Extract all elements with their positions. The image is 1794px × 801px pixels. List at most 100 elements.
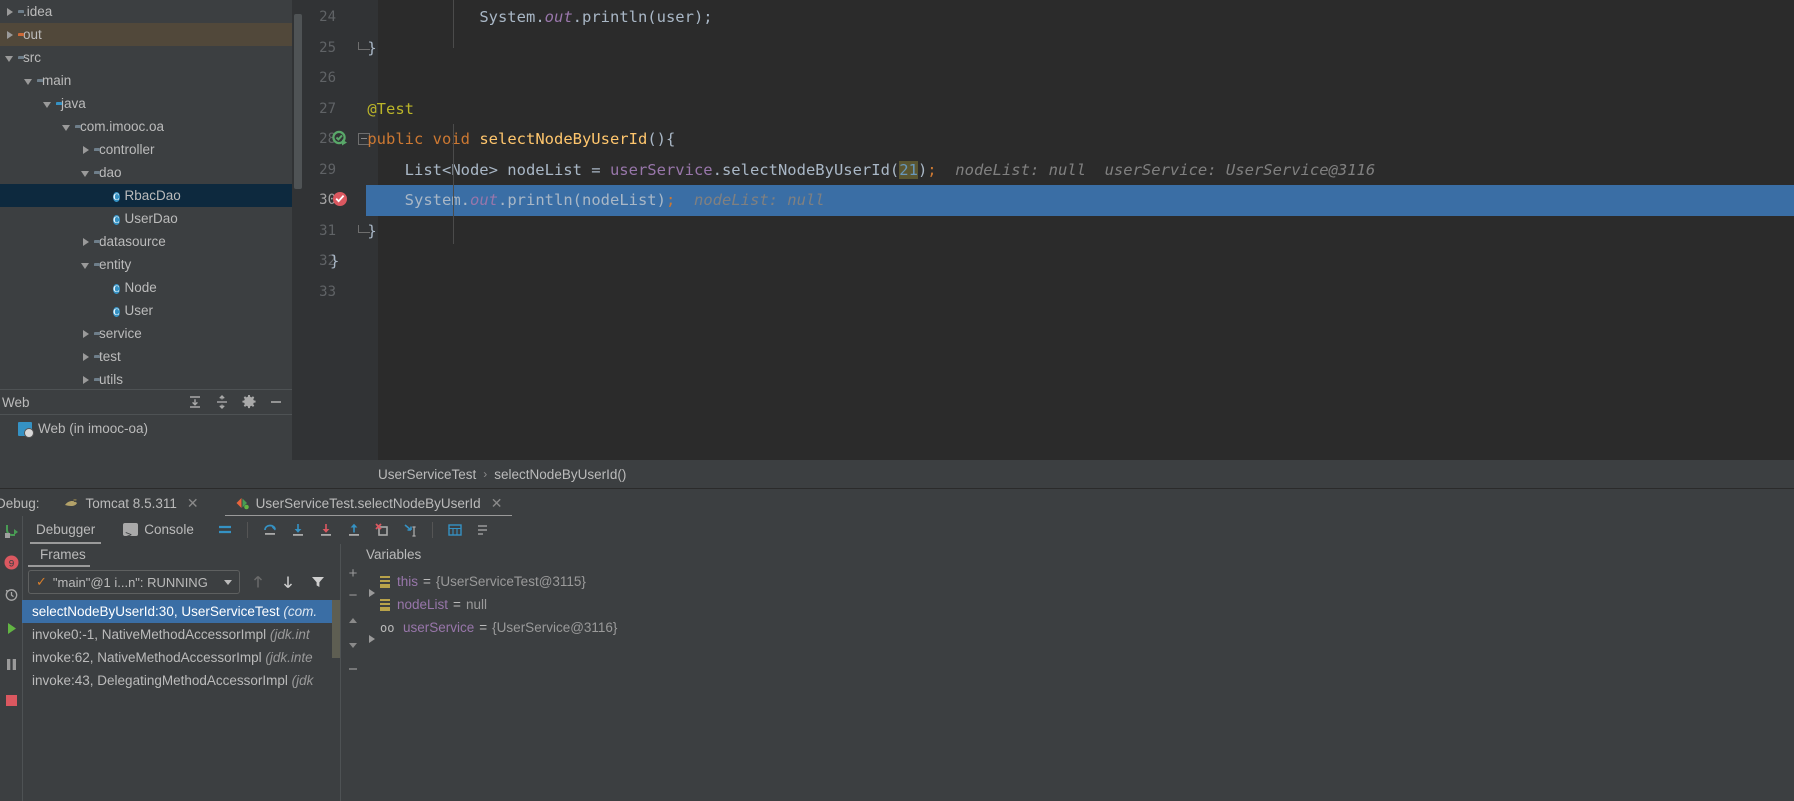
frames-scrollbar-thumb[interactable] <box>332 600 340 658</box>
frame-row[interactable]: selectNodeByUserId:30, UserServiceTest (… <box>22 600 332 623</box>
tab-debugger[interactable]: Debugger <box>22 516 109 544</box>
run-icon[interactable] <box>3 620 20 637</box>
debug-left-rail[interactable]: 9 <box>0 516 23 801</box>
frame-up-icon[interactable] <box>250 574 266 590</box>
code-line-30[interactable]: System.out.println(nodeList); nodeList: … <box>330 185 825 216</box>
tree-item-main[interactable]: main <box>0 69 292 92</box>
tree-item-rbacdao[interactable]: C RbacDao <box>0 184 292 207</box>
run-to-cursor-icon[interactable] <box>401 521 419 539</box>
project-tree[interactable]: .idea out src main java com.imooc.oa controlle… <box>0 0 292 391</box>
chevron-right-icon[interactable] <box>80 144 91 155</box>
chevron-right-icon[interactable] <box>4 6 15 17</box>
variable-value: {UserServiceTest@3115} <box>435 574 586 589</box>
remove-watch-icon[interactable]: − <box>345 588 361 604</box>
frame-row[interactable]: invoke:43, DelegatingMethodAccessorImpl … <box>22 669 332 692</box>
step-out-icon[interactable] <box>345 521 363 539</box>
code-line-32[interactable]: } <box>330 246 339 277</box>
thread-selector[interactable]: ✓ "main"@1 i...n": RUNNING <box>28 570 240 594</box>
chevron-down-icon[interactable] <box>80 259 91 270</box>
code-line-25[interactable]: } <box>330 33 376 64</box>
chevron-right-icon[interactable] <box>80 374 91 385</box>
frames-list[interactable]: selectNodeByUserId:30, UserServiceTest (… <box>22 600 332 801</box>
tree-item-userdao[interactable]: C UserDao <box>0 207 292 230</box>
chevron-down-icon[interactable] <box>224 579 232 585</box>
editor-scrollbar-thumb[interactable] <box>294 14 302 189</box>
tree-item-entity[interactable]: entity <box>0 253 292 276</box>
web-panel-toolbar[interactable] <box>187 394 292 410</box>
tree-item-user[interactable]: C User <box>0 299 292 322</box>
breadcrumb-item-class[interactable]: UserServiceTest <box>378 467 476 482</box>
stop-icon[interactable] <box>3 692 20 709</box>
frame-navigation-buttons[interactable] <box>250 570 326 594</box>
tree-item-out[interactable]: out <box>0 23 292 46</box>
tree-item-src[interactable]: src <box>0 46 292 69</box>
settings-gear-icon[interactable] <box>241 394 257 410</box>
close-icon[interactable]: ✕ <box>187 495 199 512</box>
move-up-icon[interactable] <box>345 614 361 630</box>
code-line-28[interactable]: public void selectNodeByUserId(){ <box>330 124 675 155</box>
watches-icon[interactable] <box>474 521 492 539</box>
add-watch-icon[interactable]: + <box>345 566 361 582</box>
chevron-down-icon[interactable] <box>4 52 15 63</box>
frame-row[interactable]: invoke0:-1, NativeMethodAccessorImpl (jd… <box>22 623 332 646</box>
drop-frame-icon[interactable] <box>373 521 391 539</box>
tree-item-test[interactable]: test <box>0 345 292 368</box>
chevron-down-icon[interactable] <box>23 75 34 86</box>
breadcrumb-item-method[interactable]: selectNodeByUserId() <box>494 467 626 482</box>
chevron-right-icon[interactable] <box>4 29 15 40</box>
collapse-icon[interactable] <box>345 662 361 678</box>
code-line-29[interactable]: List<Node> nodeList = userService.select… <box>330 155 1375 186</box>
project-tool-window[interactable]: .idea out src main java com.imooc.oa controlle… <box>0 0 292 488</box>
force-step-into-icon[interactable] <box>317 521 335 539</box>
collapse-all-icon[interactable] <box>214 394 230 410</box>
layout-settings-icon[interactable] <box>216 521 234 539</box>
tree-item--idea[interactable]: .idea <box>0 0 292 23</box>
variable-row[interactable]: nodeList = null <box>366 593 1794 616</box>
chevron-right-icon[interactable] <box>80 351 91 362</box>
tree-item-node[interactable]: C Node <box>0 276 292 299</box>
tree-item-utils[interactable]: utils <box>0 368 292 391</box>
move-down-icon[interactable] <box>345 638 361 654</box>
debug-tab-tomcat[interactable]: Tomcat 8.5.311 ✕ <box>54 489 209 517</box>
code-line-31[interactable]: } <box>330 216 376 247</box>
frame-down-icon[interactable] <box>280 574 296 590</box>
step-into-icon[interactable] <box>289 521 307 539</box>
tree-item-controller[interactable]: controller <box>0 138 292 161</box>
chevron-right-icon[interactable] <box>80 328 91 339</box>
tree-item-service[interactable]: service <box>0 322 292 345</box>
expand-all-icon[interactable] <box>187 394 203 410</box>
pause-icon[interactable] <box>3 656 20 673</box>
filter-icon[interactable] <box>310 574 326 590</box>
close-icon[interactable]: ✕ <box>491 495 503 512</box>
debugger-toolbar[interactable]: Debugger Console <box>22 516 1794 549</box>
chevron-right-icon[interactable] <box>80 236 91 247</box>
tree-item-java[interactable]: java <box>0 92 292 115</box>
chevron-down-icon[interactable] <box>61 121 72 132</box>
evaluate-expression-icon[interactable] <box>446 521 464 539</box>
variable-row[interactable]: oo userService = {UserService@3116} <box>366 616 1794 643</box>
step-over-icon[interactable] <box>261 521 279 539</box>
hide-icon[interactable] <box>268 394 284 410</box>
variables-list[interactable]: this = {UserServiceTest@3115} nodeList = null… <box>366 570 1794 801</box>
restore-layout-icon[interactable] <box>3 586 20 603</box>
tree-item-dao[interactable]: dao <box>0 161 292 184</box>
resume-program-icon[interactable] <box>3 522 20 539</box>
code-line-24[interactable]: System.out.println(user); <box>330 2 712 33</box>
web-module-row[interactable]: Web (in imooc-oa) <box>0 417 148 440</box>
code-line-27[interactable]: @Test <box>330 94 414 125</box>
editor-scrollbar[interactable] <box>292 0 304 460</box>
chevron-down-icon[interactable] <box>42 98 53 109</box>
code-editor[interactable]: 24 System.out.println(user); 25 } 26 27 @Te… <box>292 0 1794 460</box>
variable-row[interactable]: this = {UserServiceTest@3115} <box>366 570 1794 597</box>
tree-item-datasource[interactable]: datasource <box>0 230 292 253</box>
mute-breakpoints-icon[interactable]: 9 <box>3 554 20 571</box>
breadcrumb[interactable]: UserServiceTest › selectNodeByUserId() <box>292 460 1794 488</box>
debug-tab-userservicetest[interactable]: UserServiceTest.selectNodeByUserId ✕ <box>224 489 513 517</box>
variables-toolbar-column[interactable]: + − <box>341 566 365 801</box>
tree-item-com-imooc-oa[interactable]: com.imooc.oa <box>0 115 292 138</box>
editor-code-area[interactable] <box>378 0 1794 460</box>
tab-console[interactable]: Console <box>109 516 208 549</box>
chevron-down-icon[interactable] <box>80 167 91 178</box>
frame-row[interactable]: invoke:62, NativeMethodAccessorImpl (jdk… <box>22 646 332 669</box>
debug-tool-window-tabbar[interactable]: Debug: Tomcat 8.5.311 ✕ UserServiceTest.… <box>0 488 1794 517</box>
